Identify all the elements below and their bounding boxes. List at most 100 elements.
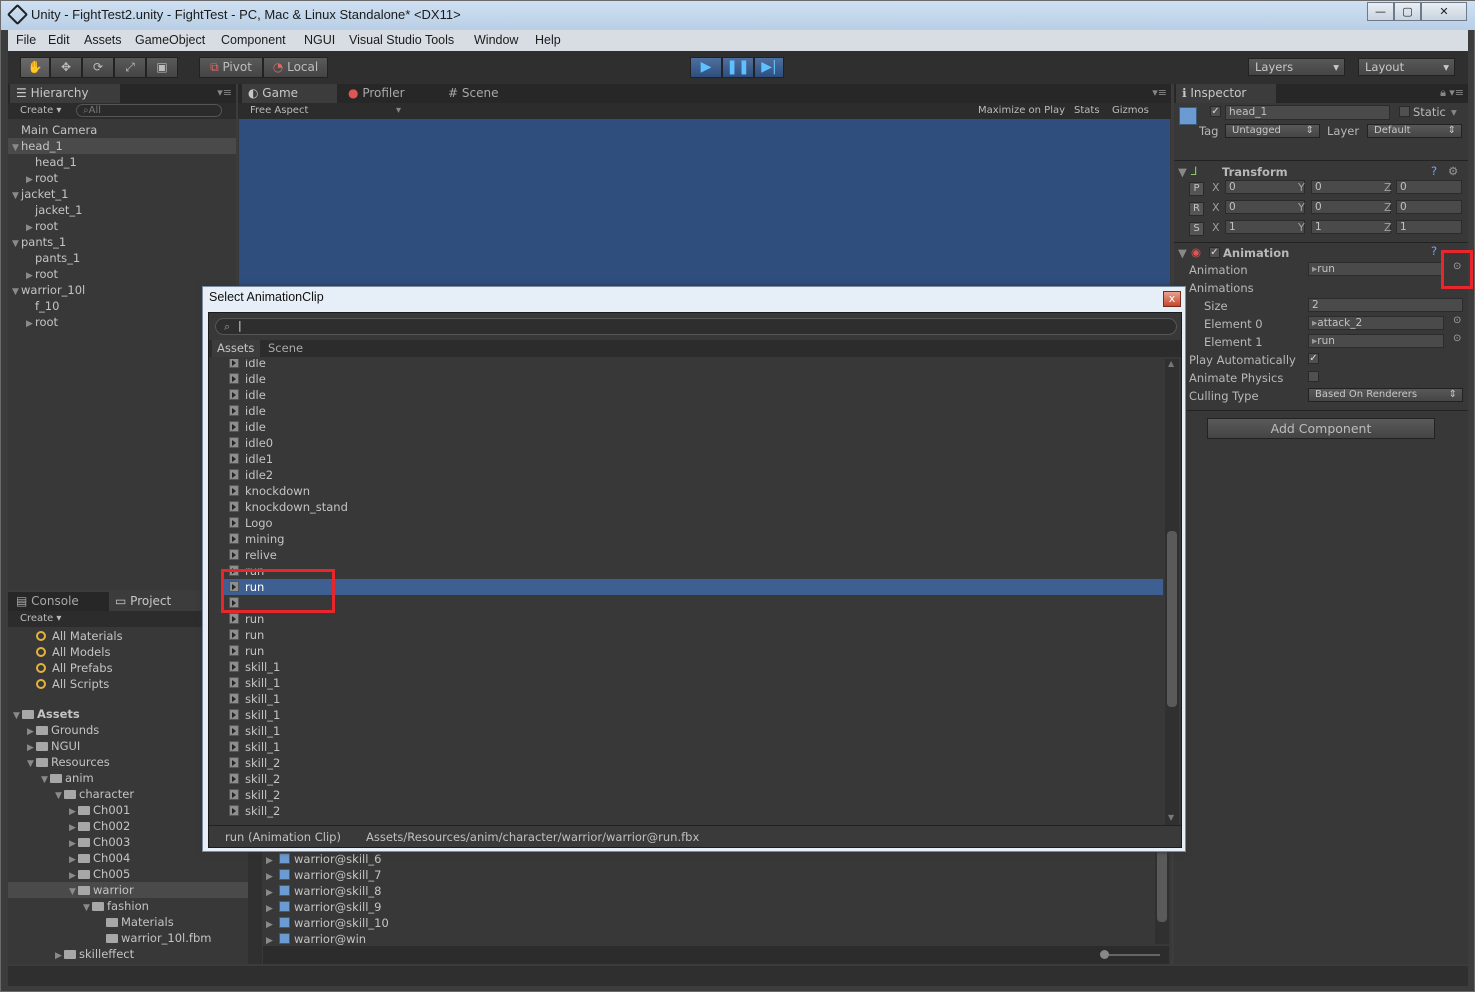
clip-item[interactable]: idle: [223, 403, 1163, 419]
static-checkbox[interactable]: [1399, 106, 1410, 117]
object-picker-icon[interactable]: ⊙: [1453, 315, 1461, 326]
project-folder-item[interactable]: ▶ Ch005: [8, 866, 248, 882]
clip-item[interactable]: idle1: [223, 451, 1163, 467]
maximize-on-play-toggle[interactable]: Maximize on Play: [978, 105, 1065, 116]
project-file-item[interactable]: ▶ warrior@skill_6: [266, 851, 381, 867]
clip-item[interactable]: skill_1: [223, 723, 1163, 739]
transform-x-field[interactable]: 1: [1225, 220, 1305, 234]
hierarchy-item[interactable]: ▼ head_1: [8, 138, 236, 154]
active-checkbox[interactable]: ✓: [1210, 106, 1221, 117]
project-folder-item[interactable]: Materials: [8, 914, 248, 930]
project-folder-item[interactable]: ▼ fashion: [8, 898, 248, 914]
transform-z-field[interactable]: 0: [1396, 200, 1462, 214]
hierarchy-item[interactable]: ▶ root: [8, 218, 236, 234]
tree-scrollbar[interactable]: [248, 842, 262, 964]
clip-item[interactable]: knockdown_stand: [223, 499, 1163, 515]
transform-y-field[interactable]: 0: [1311, 200, 1391, 214]
tab-profiler[interactable]: ● Profiler: [342, 84, 437, 103]
close-window-button[interactable]: ✕: [1421, 2, 1467, 21]
rect-tool-icon[interactable]: ▣: [146, 57, 178, 78]
collapse-arrow-icon[interactable]: ▼: [1178, 165, 1187, 179]
menu-assets[interactable]: Assets: [84, 33, 122, 47]
hierarchy-item[interactable]: ▶ root: [8, 170, 236, 186]
icon-size-slider[interactable]: [1105, 954, 1160, 956]
menu-file[interactable]: File: [16, 33, 36, 47]
play-button[interactable]: ▶: [690, 57, 722, 78]
help-icon[interactable]: ?: [1431, 164, 1437, 178]
favorite-item[interactable]: All Materials: [36, 628, 123, 644]
project-file-item[interactable]: ▶ warrior@skill_7: [266, 867, 381, 883]
project-folder-item[interactable]: warrior_10l.fbm: [8, 930, 248, 946]
project-file-item[interactable]: ▶ warrior@skill_10: [266, 915, 389, 931]
clip-item[interactable]: knockdown: [223, 483, 1163, 499]
transform-x-field[interactable]: 0: [1225, 180, 1305, 194]
hand-tool-icon[interactable]: ✋: [20, 57, 50, 78]
hierarchy-search-input[interactable]: ⌕All: [76, 104, 222, 117]
clip-item[interactable]: idle: [223, 419, 1163, 435]
project-folder-item[interactable]: ▶ Ch004: [8, 850, 248, 866]
clip-item[interactable]: skill_1: [223, 675, 1163, 691]
project-file-item[interactable]: ▶ warrior@skill_9: [266, 899, 381, 915]
project-folder-item[interactable]: ▼ warrior: [8, 882, 248, 898]
tab-scene[interactable]: # Scene: [442, 84, 537, 103]
help-icon[interactable]: ?: [1431, 244, 1437, 258]
project-folder-item[interactable]: ▶ skilleffect: [8, 946, 248, 962]
scrollbar-thumb[interactable]: [1167, 531, 1177, 707]
clip-item[interactable]: skill_2: [223, 803, 1163, 819]
files-scrollbar[interactable]: [1155, 842, 1169, 944]
minimize-button[interactable]: —: [1367, 2, 1394, 21]
clip-item[interactable]: skill_1: [223, 739, 1163, 755]
transform-row-key[interactable]: P: [1189, 182, 1204, 196]
scale-tool-icon[interactable]: ⤢: [114, 57, 146, 78]
animate-physics-checkbox[interactable]: [1308, 371, 1319, 382]
clip-item[interactable]: skill_1: [223, 659, 1163, 675]
hierarchy-item[interactable]: ▼ jacket_1: [8, 186, 236, 202]
project-create-button[interactable]: Create ▾: [20, 613, 61, 624]
favorite-item[interactable]: All Models: [36, 644, 110, 660]
collapse-arrow-icon[interactable]: ▼: [1178, 246, 1187, 260]
panel-menu-icon[interactable]: ▾≡: [1449, 86, 1464, 99]
project-file-item[interactable]: ▶ warrior@skill_8: [266, 883, 381, 899]
animation-clip-field[interactable]: ▸run: [1308, 262, 1444, 276]
clip-item[interactable]: idle0: [223, 435, 1163, 451]
element0-field[interactable]: ▸attack_2: [1308, 316, 1444, 330]
hierarchy-item[interactable]: pants_1: [8, 250, 236, 266]
transform-row-key[interactable]: S: [1189, 222, 1204, 236]
object-picker-icon[interactable]: ⊙: [1453, 333, 1461, 344]
chevron-down-icon[interactable]: ▾: [1451, 105, 1457, 119]
scrollbar-thumb[interactable]: [1157, 846, 1167, 922]
clip-item[interactable]: skill_2: [223, 755, 1163, 771]
clip-item[interactable]: [223, 595, 1163, 611]
size-field[interactable]: 2: [1308, 298, 1463, 312]
hierarchy-item[interactable]: ▶ root: [8, 266, 236, 282]
clip-item[interactable]: skill_2: [223, 771, 1163, 787]
object-name-field[interactable]: head_1: [1225, 105, 1390, 120]
clip-item[interactable]: mining: [223, 531, 1163, 547]
clip-list-scrollbar[interactable]: ▲ ▼: [1165, 359, 1179, 825]
dialog-close-button[interactable]: x: [1163, 291, 1181, 307]
hierarchy-create-button[interactable]: Create ▾: [20, 105, 61, 116]
animation-enabled-checkbox[interactable]: ✓: [1209, 247, 1220, 258]
clip-item[interactable]: skill_2: [223, 787, 1163, 803]
transform-x-field[interactable]: 0: [1225, 200, 1305, 214]
panel-menu-icon[interactable]: ▾≡: [217, 86, 232, 99]
clip-item[interactable]: run: [223, 627, 1163, 643]
local-toggle[interactable]: ◔ Local: [263, 57, 328, 78]
add-component-button[interactable]: Add Component: [1207, 418, 1435, 439]
clip-item[interactable]: idle2: [223, 467, 1163, 483]
clip-item[interactable]: run: [223, 611, 1163, 627]
scroll-up-icon[interactable]: ▲: [1168, 359, 1174, 368]
rotate-tool-icon[interactable]: ⟳: [82, 57, 114, 78]
scroll-down-icon[interactable]: ▼: [1168, 813, 1174, 822]
clip-item[interactable]: relive: [223, 547, 1163, 563]
menu-edit[interactable]: Edit: [48, 33, 70, 47]
dialog-search-input[interactable]: ⌕ |: [215, 318, 1177, 335]
layer-dropdown[interactable]: Default ⇕: [1367, 124, 1462, 138]
tab-console[interactable]: ▤ Console: [10, 592, 105, 611]
move-tool-icon[interactable]: ✥: [50, 57, 82, 78]
gizmos-dropdown[interactable]: Gizmos: [1112, 105, 1149, 116]
pause-button[interactable]: ❚❚: [722, 57, 754, 78]
element1-field[interactable]: ▸run: [1308, 334, 1444, 348]
transform-y-field[interactable]: 0: [1311, 180, 1391, 194]
hierarchy-item[interactable]: jacket_1: [8, 202, 236, 218]
